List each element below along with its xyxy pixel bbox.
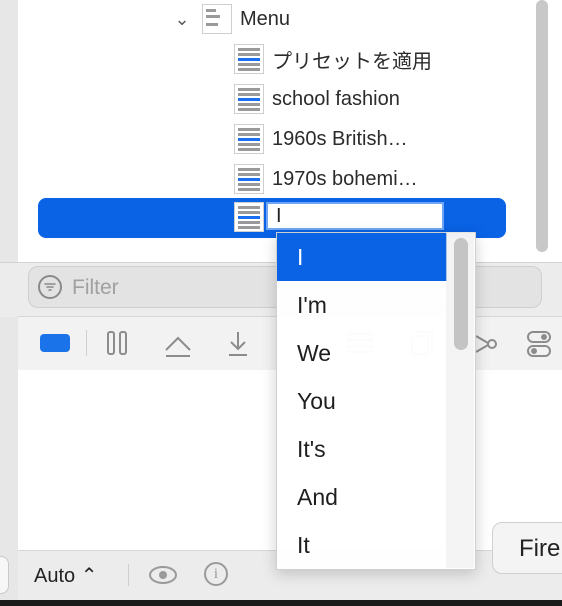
outline-row[interactable]: school fashion: [234, 82, 400, 116]
tooltip: Fire: [492, 522, 562, 574]
outline-item-label: Menu: [240, 7, 291, 30]
rename-input[interactable]: I: [266, 202, 444, 230]
outline-item-label: 1970s bohemi…: [272, 167, 418, 190]
tag-icon[interactable]: [40, 334, 70, 352]
eye-icon[interactable]: [148, 564, 178, 592]
move-up-icon[interactable]: [162, 330, 194, 363]
outline-item-label: プリセットを適用: [272, 50, 432, 73]
pause-icon[interactable]: [106, 330, 130, 361]
suggestion-item[interactable]: I'm: [277, 281, 447, 329]
menu-thumbnail: [202, 4, 232, 34]
selected-item-thumbnail-wrap: [234, 200, 264, 234]
item-thumbnail: [234, 202, 264, 232]
suggestion-item[interactable]: It's: [277, 425, 447, 473]
item-thumbnail: [234, 84, 264, 114]
outline-item-label: 1960s British…: [272, 127, 408, 150]
outline-row[interactable]: 1970s bohemi…: [234, 162, 418, 196]
item-thumbnail: [234, 44, 264, 74]
popup-scrollbar[interactable]: [454, 238, 468, 350]
suggestion-item[interactable]: We: [277, 329, 447, 377]
outline-row-menu[interactable]: ⌄ Menu: [172, 2, 290, 36]
suggestion-item[interactable]: And: [277, 473, 447, 521]
outline-item-label: school fashion: [272, 87, 400, 110]
left-panel-button[interactable]: [0, 556, 9, 594]
item-thumbnail: [234, 124, 264, 154]
window-edge: [0, 600, 562, 606]
status-divider: [128, 564, 129, 586]
outline-row[interactable]: 1960s British…: [234, 122, 408, 156]
toolbar-divider: [86, 330, 87, 356]
suggestion-item[interactable]: You: [277, 377, 447, 425]
share-icon[interactable]: [474, 332, 498, 361]
download-icon[interactable]: [226, 330, 250, 363]
filter-placeholder: Filter: [72, 276, 119, 299]
item-thumbnail: [234, 164, 264, 194]
outline-row[interactable]: プリセットを適用: [234, 42, 432, 76]
toggle-icon[interactable]: [526, 330, 552, 363]
mode-select[interactable]: Auto ⌃: [34, 563, 97, 588]
outline-scrollbar[interactable]: [536, 0, 548, 252]
suggestion-item[interactable]: I: [277, 233, 447, 281]
suggestion-item[interactable]: It: [277, 521, 447, 569]
chevron-down-icon[interactable]: ⌄: [172, 9, 192, 30]
filter-icon: [38, 275, 62, 299]
info-icon[interactable]: i: [204, 562, 228, 586]
